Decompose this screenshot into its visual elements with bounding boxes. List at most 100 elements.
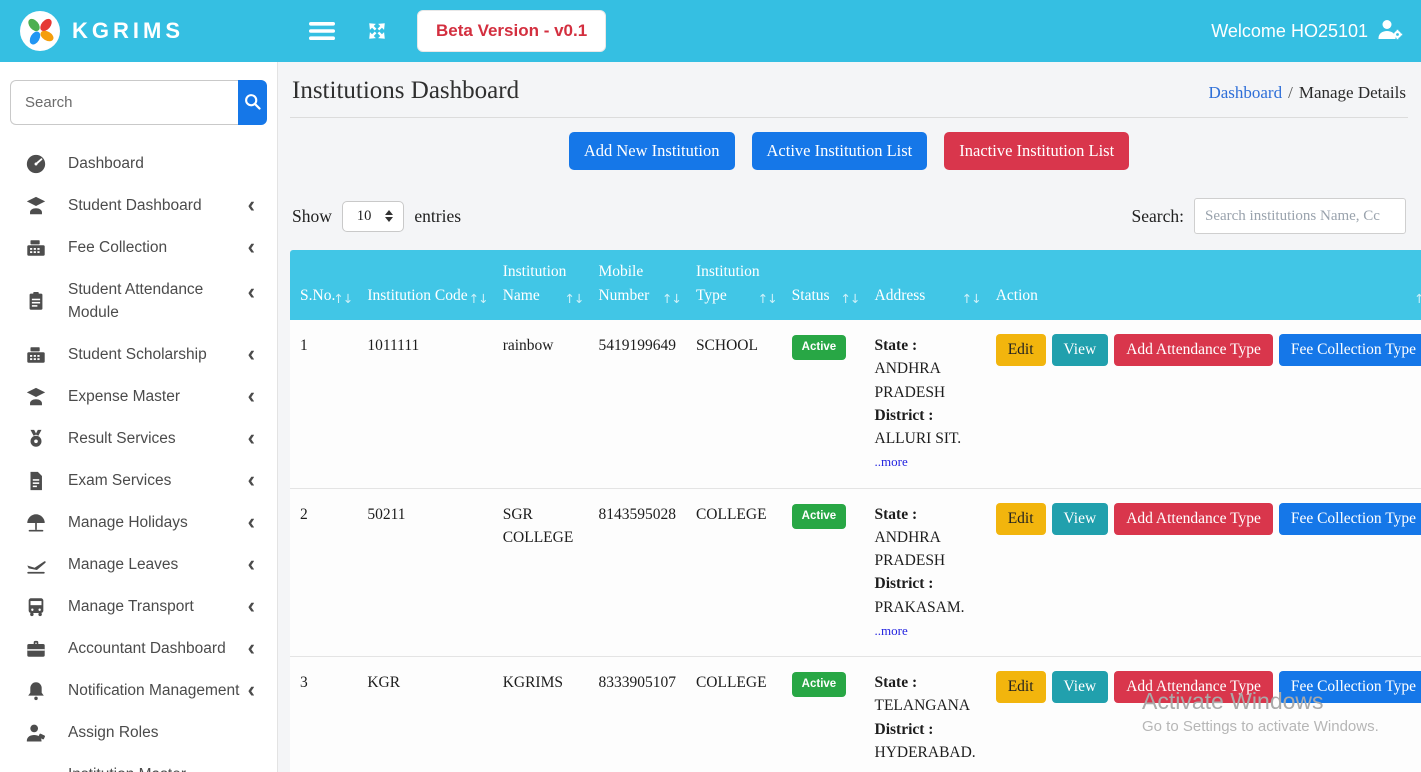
edit-button[interactable]: Edit [996,334,1046,366]
sidebar-item-label: Manage Leaves [68,553,243,576]
cell-sno: 1 [290,320,357,488]
sidebar-item-student-scholarship[interactable]: Student Scholarship [0,334,277,376]
sort-icon[interactable] [662,289,681,308]
active-institution-list-button[interactable]: Active Institution List [752,132,928,170]
column-header-institution-type[interactable]: Institution Type [686,250,782,320]
entries-label: entries [414,206,461,227]
show-label: Show [292,206,332,227]
breadcrumb-dashboard-link[interactable]: Dashboard [1208,83,1282,102]
sidebar-item-exam-services[interactable]: Exam Services [0,460,277,502]
chevron-left-icon [248,340,255,366]
page-title: Institutions Dashboard [292,77,519,105]
chevron-left-icon [248,382,255,408]
hamburger-icon[interactable] [309,21,335,41]
view-button[interactable]: View [1052,334,1109,366]
fee-collection-type-button[interactable]: Fee Collection Type [1279,671,1421,703]
sidebar-item-student-attendance-module[interactable]: Student Attendance Module [0,269,277,334]
brand[interactable]: KGRIMS [0,11,277,51]
sidebar-item-assign-roles[interactable]: Assign Roles [0,712,277,754]
sort-icon[interactable] [469,289,488,308]
sidebar-item-manage-holidays[interactable]: Manage Holidays [0,502,277,544]
sidebar-item-label: Fee Collection [68,236,243,259]
add-attendance-type-button[interactable]: Add Attendance Type [1114,334,1273,366]
table-search-input[interactable] [1194,198,1406,234]
sidebar-item-institution-master-dashboard[interactable]: Institution Master Dashboard [0,754,277,772]
cell-address: State : ANDHRA PRADESH District : PRAKAS… [865,488,986,657]
address-more-link[interactable]: ..more [875,768,908,772]
chevron-left-icon [248,466,255,492]
sidebar-item-dashboard[interactable]: Dashboard [0,143,277,185]
page-size-select[interactable]: 10 [342,201,405,232]
address-more-link[interactable]: ..more [875,454,908,469]
cell-type: COLLEGE [686,488,782,657]
chevron-left-icon [248,550,255,576]
sidebar-item-accountant-dashboard[interactable]: Accountant Dashboard [0,628,277,670]
expand-arrows-icon[interactable] [365,19,389,43]
cash-register-icon [24,343,48,367]
inactive-institution-list-button[interactable]: Inactive Institution List [944,132,1129,170]
sidebar-item-manage-transport[interactable]: Manage Transport [0,586,277,628]
view-button[interactable]: View [1052,503,1109,535]
column-header-institution-code[interactable]: Institution Code [357,250,492,320]
sort-icon[interactable] [564,289,583,308]
sort-icon[interactable] [962,289,981,308]
sidebar: Dashboard Student Dashboard Fee Collecti… [0,62,277,772]
cell-type: COLLEGE [686,657,782,772]
sidebar-item-label: Institution Master Dashboard [68,763,243,772]
column-header-sno[interactable]: S.No. [290,250,357,320]
sort-icon[interactable] [841,289,860,308]
view-button[interactable]: View [1052,671,1109,703]
fee-collection-type-button[interactable]: Fee Collection Type [1279,503,1421,535]
column-header-mobile-number[interactable]: Mobile Number [588,250,686,320]
sort-icon[interactable] [333,289,352,308]
fee-collection-type-button[interactable]: Fee Collection Type [1279,334,1421,366]
edit-button[interactable]: Edit [996,503,1046,535]
sidebar-item-label: Student Dashboard [68,194,243,217]
page-size-value: 10 [357,208,372,225]
sidebar-item-student-dashboard[interactable]: Student Dashboard [0,185,277,227]
title-divider [290,117,1408,118]
institution-action-bar: Add New Institution Active Institution L… [290,132,1408,170]
cell-institution-name: SGR COLLEGE [493,488,589,657]
sidebar-search-input[interactable] [10,80,238,125]
sidebar-item-label: Accountant Dashboard [68,637,243,660]
table-header-row: S.No. Institution Code Institution Name … [290,250,1421,320]
brand-name: KGRIMS [72,18,184,44]
speedometer-icon [24,152,48,176]
column-header-address[interactable]: Address [865,250,986,320]
sidebar-item-expense-master[interactable]: Expense Master [0,376,277,418]
sidebar-item-notification-management[interactable]: Notification Management [0,670,277,712]
sidebar-item-result-services[interactable]: Result Services [0,418,277,460]
welcome-user[interactable]: Welcome HO25101 [1211,17,1421,46]
cell-mobile: 5419199649 [588,320,686,488]
add-new-institution-button[interactable]: Add New Institution [569,132,735,170]
chevron-left-icon [248,234,255,260]
sidebar-item-label: Notification Management [68,679,243,702]
cell-address: State : TELANGANA District : HYDERABAD. … [865,657,986,772]
sort-icon[interactable] [1414,289,1421,308]
sort-icon[interactable] [758,289,777,308]
airplane-icon [24,553,48,577]
beta-version-badge[interactable]: Beta Version - v0.1 [417,10,606,52]
breadcrumb-current: Manage Details [1299,83,1406,102]
sidebar-item-label: Dashboard [68,152,243,175]
sidebar-search-button[interactable] [238,80,267,125]
sidebar-item-manage-leaves[interactable]: Manage Leaves [0,544,277,586]
column-header-status[interactable]: Status [782,250,865,320]
edit-button[interactable]: Edit [996,671,1046,703]
chevron-left-icon [248,279,255,305]
column-header-action[interactable]: Action [986,250,1421,320]
sidebar-item-fee-collection[interactable]: Fee Collection [0,227,277,269]
column-header-institution-name[interactable]: Institution Name [493,250,589,320]
sidebar-item-label: Exam Services [68,469,243,492]
top-header: KGRIMS Beta Version - v0.1 Welcome HO251… [0,0,1421,62]
table-row: 2 50211 SGR COLLEGE 8143595028 COLLEGE A… [290,488,1421,657]
briefcase-icon [24,637,48,661]
add-attendance-type-button[interactable]: Add Attendance Type [1114,671,1273,703]
cash-register-icon [24,236,48,260]
welcome-text: Welcome HO25101 [1211,21,1368,42]
address-more-link[interactable]: ..more [875,623,908,638]
add-attendance-type-button[interactable]: Add Attendance Type [1114,503,1273,535]
cell-institution-code: 50211 [357,488,492,657]
user-gear-icon[interactable] [1377,17,1403,46]
